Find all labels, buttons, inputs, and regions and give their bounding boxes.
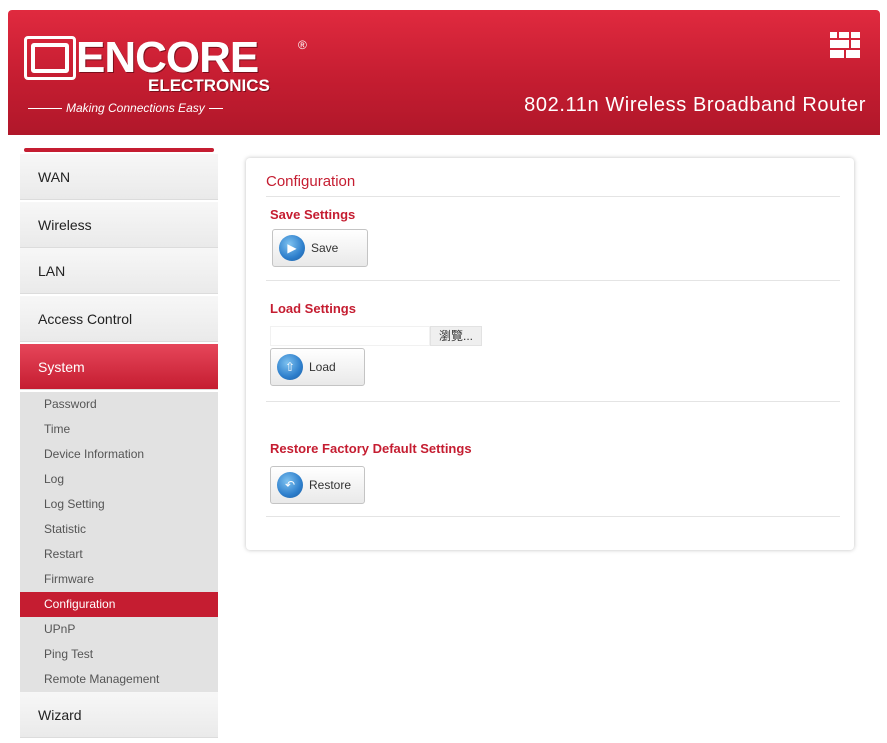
submenu-item-restart[interactable]: Restart <box>20 542 218 567</box>
sidebar-item-wan[interactable]: WAN <box>20 154 218 200</box>
submenu-item-remote-management[interactable]: Remote Management <box>20 667 218 692</box>
encore-logo: ENCORE ® ELECTRONICS <box>24 33 324 104</box>
submenu-item-firmware[interactable]: Firmware <box>20 567 218 592</box>
submenu-item-configuration[interactable]: Configuration <box>20 592 218 617</box>
load-settings-heading: Load Settings <box>270 301 356 316</box>
save-button-label: Save <box>311 241 339 255</box>
sidebar-top-accent <box>24 148 214 152</box>
submenu-item-ping-test[interactable]: Ping Test <box>20 642 218 667</box>
submenu-item-device-information[interactable]: Device Information <box>20 442 218 467</box>
divider <box>266 516 840 517</box>
product-name: 802.11n Wireless Broadband Router <box>524 94 866 116</box>
submenu-item-statistic[interactable]: Statistic <box>20 517 218 542</box>
sidebar-nav: WAN Wireless LAN Access Control System P… <box>20 148 218 740</box>
submenu-item-time[interactable]: Time <box>20 417 218 442</box>
sidebar-item-wireless[interactable]: Wireless <box>20 202 218 248</box>
save-button[interactable]: ▶ Save <box>272 229 368 267</box>
file-path-input[interactable] <box>270 326 430 346</box>
sidebar-item-system[interactable]: System <box>20 344 218 390</box>
header-banner: ENCORE ® ELECTRONICS Making Connections … <box>8 10 880 135</box>
sidebar-item-wizard[interactable]: Wizard <box>20 692 218 738</box>
tagline-dash-left <box>28 107 62 109</box>
restore-button[interactable]: ↶ Restore <box>270 466 365 504</box>
system-submenu: Password Time Device Information Log Log… <box>20 392 218 692</box>
save-settings-heading: Save Settings <box>270 207 356 222</box>
load-button-label: Load <box>309 360 336 374</box>
sidebar-item-lan[interactable]: LAN <box>20 248 218 294</box>
sidebar-item-access-control[interactable]: Access Control <box>20 296 218 342</box>
restore-arrow-icon: ↶ <box>277 472 303 498</box>
configuration-panel: Configuration Save Settings ▶ Save Load … <box>246 158 854 550</box>
divider <box>266 401 840 402</box>
browse-button[interactable]: 瀏覽... <box>430 326 483 346</box>
divider <box>266 280 840 281</box>
play-arrow-icon: ▶ <box>279 235 305 261</box>
tagline-text: Making Connections Easy <box>66 101 205 115</box>
tagline-dash-right <box>208 107 223 109</box>
tagline: Making Connections Easy <box>28 101 223 115</box>
restore-defaults-heading: Restore Factory Default Settings <box>270 441 472 456</box>
logo-e-mark-icon <box>24 36 76 80</box>
divider <box>266 196 840 197</box>
grid-icon <box>830 32 860 58</box>
submenu-item-log[interactable]: Log <box>20 467 218 492</box>
submenu-item-log-setting[interactable]: Log Setting <box>20 492 218 517</box>
submenu-item-password[interactable]: Password <box>20 392 218 417</box>
logo-wordmark: ENCORE <box>76 33 259 82</box>
page-title: Configuration <box>266 173 356 190</box>
load-button[interactable]: ⇧ Load <box>270 348 365 386</box>
submenu-item-upnp[interactable]: UPnP <box>20 617 218 642</box>
restore-button-label: Restore <box>309 478 352 492</box>
logo-subtitle: ELECTRONICS <box>148 76 270 95</box>
upload-arrow-icon: ⇧ <box>277 354 303 380</box>
registered-mark: ® <box>298 38 307 52</box>
